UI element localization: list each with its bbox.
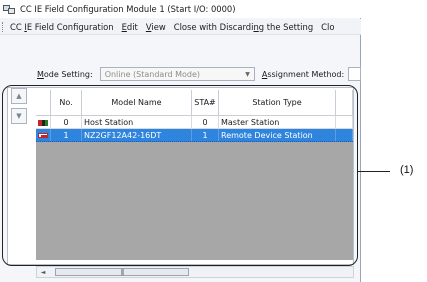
menu-close-discard[interactable]: Close with Discarding the Setting: [172, 22, 319, 32]
scrollbar-thumb[interactable]: |||: [55, 268, 189, 276]
mode-setting-value: Online (Standard Mode): [104, 69, 201, 79]
callout-label: (1): [400, 164, 414, 176]
horizontal-scrollbar[interactable]: ◄ |||: [36, 266, 354, 278]
menu-grip: [2, 21, 5, 32]
scroll-left-icon[interactable]: ◄: [37, 269, 49, 276]
menu-bar: CC IE Field Configuration Edit View Clos…: [0, 19, 361, 35]
callout-leader-line: [358, 171, 390, 173]
menu-close-truncated[interactable]: Clo: [319, 22, 340, 32]
menu-edit[interactable]: Edit: [120, 22, 144, 32]
assignment-method-select[interactable]: [348, 67, 361, 81]
title-bar: CC IE Field Configuration Module 1 (Star…: [0, 0, 361, 18]
window-title: CC IE Field Configuration Module 1 (Star…: [20, 4, 236, 14]
mode-setting-select[interactable]: Online (Standard Mode) ▼: [99, 67, 255, 81]
mode-setting-label: Mode Setting:: [37, 69, 93, 79]
menu-view[interactable]: View: [144, 22, 172, 32]
network-config-icon: [3, 3, 16, 15]
callout-outline: [2, 85, 358, 266]
menu-cc-ie-field-configuration[interactable]: CC IE Field Configuration: [8, 22, 120, 32]
chevron-down-icon: ▼: [245, 70, 250, 78]
assignment-method-label: Assignment Method:: [261, 69, 345, 79]
mode-setting-bar: Mode Setting: Online (Standard Mode) ▼ A…: [0, 62, 361, 86]
